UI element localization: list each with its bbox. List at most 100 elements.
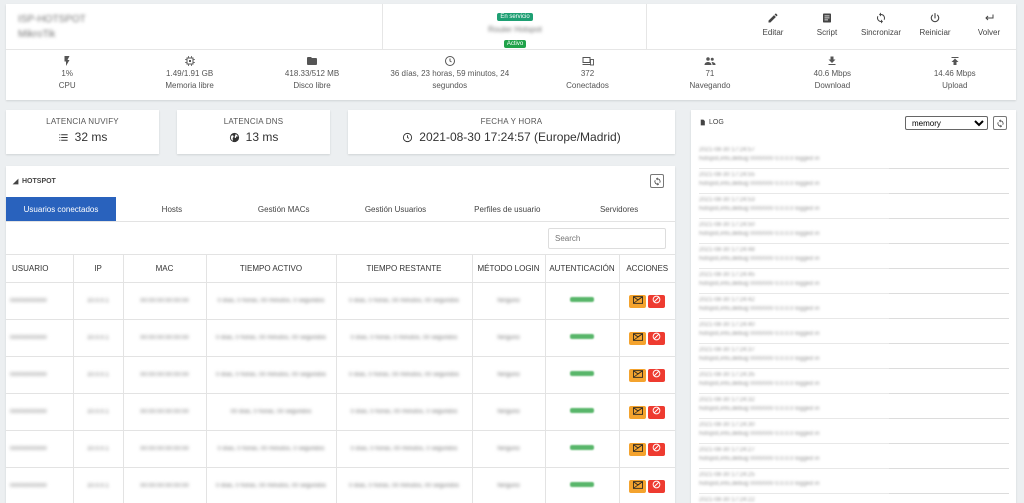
search-input[interactable] bbox=[548, 228, 666, 249]
list-icon bbox=[58, 132, 69, 143]
cell-tiempo-restante: 0 días, 0 horas, 0 minutos, 00 segundos bbox=[336, 319, 473, 357]
cell-mac-text: 00:00:00:00:00:00 bbox=[140, 483, 189, 489]
cell-tiempo-restante: 0 días, 0 horas, 00 minutos, 00 segundos bbox=[336, 282, 473, 320]
ban-icon bbox=[652, 332, 661, 344]
disconnect-user-button[interactable] bbox=[648, 331, 666, 345]
cell-tiempo-restante-text: 0 días, 0 horas, 0 minutos, 00 segundos bbox=[350, 335, 458, 341]
column-header-tiempo-restante[interactable]: TIEMPO RESTANTE bbox=[336, 254, 473, 283]
column-header-usuario[interactable]: USUARIO bbox=[6, 254, 74, 283]
column-header-metodo-login[interactable]: MÉTODO LOGIN bbox=[472, 254, 546, 283]
send-message-button[interactable] bbox=[629, 368, 647, 382]
log-entry-time: 2021-08-30 17:24:32 bbox=[699, 397, 755, 403]
send-message-button[interactable] bbox=[629, 294, 647, 308]
cell-autenticacion bbox=[545, 319, 620, 357]
cell-autenticacion bbox=[545, 467, 620, 503]
stat-label: Conectados bbox=[566, 81, 609, 90]
column-header-autenticacion[interactable]: AUTENTICACIÓN bbox=[545, 254, 620, 283]
ban-icon bbox=[652, 443, 661, 455]
cell-metodo-login-text: Ninguno bbox=[497, 298, 520, 304]
log-entry: 2021-08-30 17:24:42 hotspot,info,debug 00… bbox=[699, 294, 1009, 319]
ban-icon bbox=[652, 480, 661, 492]
active-badge: Activo bbox=[503, 40, 527, 48]
table-row: 00000000000 10.0.0.1 00:00:00:00:00:00 0 dí… bbox=[6, 319, 675, 357]
column-header-acciones: ACCIONES bbox=[619, 254, 675, 283]
column-header-tiempo-activo[interactable]: TIEMPO ACTIVO bbox=[206, 254, 337, 283]
device-model: MikroTik bbox=[18, 29, 56, 40]
restart-button[interactable]: Reiniciar bbox=[908, 10, 962, 37]
cell-tiempo-activo-text: 0 días, 0 horas, 00 minutos, 00 segundos bbox=[215, 483, 327, 489]
log-entry-time: 2021-08-30 17:24:27 bbox=[699, 447, 755, 453]
latency-nuvify-card: LATENCIA NUVIFY 32 ms bbox=[6, 110, 159, 154]
sync-button[interactable]: Sincronizar bbox=[854, 10, 908, 37]
stat-connected: 372 Conectados bbox=[526, 52, 648, 98]
cell-tiempo-activo: 0 días, 0 horas, 00 minutos, 0 segundos bbox=[206, 282, 337, 320]
cell-ip-text: 10.0.0.1 bbox=[87, 446, 109, 452]
chip-icon bbox=[184, 55, 196, 67]
send-message-button[interactable] bbox=[629, 405, 647, 419]
send-message-button[interactable] bbox=[629, 442, 647, 456]
script-button[interactable]: Script bbox=[800, 10, 854, 37]
cell-mac: 00:00:00:00:00:00 bbox=[123, 393, 207, 431]
device-name: ISP-HOTSPOT bbox=[18, 14, 86, 25]
folder-icon bbox=[306, 55, 318, 67]
cell-tiempo-restante: 0 días, 0 horas, 00 minutos, 0 segundos bbox=[336, 393, 473, 431]
hotspot-refresh-button[interactable] bbox=[650, 174, 664, 188]
disconnect-user-button[interactable] bbox=[648, 294, 666, 308]
tab-gestion-usuarios[interactable]: Gestión Usuarios bbox=[340, 197, 452, 221]
log-entry: 2021-08-30 17:24:48 hotspot,info,debug 00… bbox=[699, 244, 1009, 269]
tab-hosts[interactable]: Hosts bbox=[116, 197, 228, 221]
cell-metodo-login: Ninguno bbox=[472, 356, 546, 394]
column-header-mac[interactable]: MAC bbox=[123, 254, 207, 283]
table-row: 00000000000 10.0.0.1 00:00:00:00:00:00 0 dí… bbox=[6, 356, 675, 394]
back-button[interactable]: Volver bbox=[962, 10, 1016, 37]
log-refresh-button[interactable] bbox=[993, 116, 1007, 130]
tab-servidores[interactable]: Servidores bbox=[563, 197, 675, 221]
cell-metodo-login-text: Ninguno bbox=[497, 446, 520, 452]
cell-ip: 10.0.0.1 bbox=[73, 467, 124, 503]
device-actions: Editar Script Sincronizar Reiniciar Volv… bbox=[746, 10, 1016, 37]
cell-usuario-text: 00000000000 bbox=[10, 372, 47, 378]
stat-label: Download bbox=[814, 81, 851, 90]
send-message-button[interactable] bbox=[629, 331, 647, 345]
stat-disk: 418.33/512 MB Disco libre bbox=[251, 52, 373, 98]
table-row: 00000000000 10.0.0.1 00:00:00:00:00:00 0 dí… bbox=[6, 282, 675, 320]
cell-acciones bbox=[619, 319, 675, 357]
disconnect-user-button[interactable] bbox=[648, 442, 666, 456]
tab-usuarios-conectados[interactable]: Usuarios conectados bbox=[6, 197, 116, 221]
auth-status-badge bbox=[570, 334, 594, 339]
tab-gestion-macs[interactable]: Gestión MACs bbox=[228, 197, 340, 221]
log-topic-select[interactable]: memory bbox=[905, 116, 988, 130]
edit-button[interactable]: Editar bbox=[746, 10, 800, 37]
cell-ip: 10.0.0.1 bbox=[73, 282, 124, 320]
disconnect-user-button[interactable] bbox=[648, 479, 666, 493]
send-message-button[interactable] bbox=[629, 479, 647, 493]
cell-usuario-text: 00000000000 bbox=[10, 298, 47, 304]
log-entry-text: hotspot,info,debug 0000000 0.0.0.0 logge… bbox=[699, 206, 820, 212]
log-entry: 2021-08-30 17:24:55 hotspot,info,debug 00… bbox=[699, 169, 1009, 194]
column-header-ip[interactable]: IP bbox=[73, 254, 124, 283]
log-entry: 2021-08-30 17:24:32 hotspot,info,debug 00… bbox=[699, 394, 1009, 419]
log-entry: 2021-08-30 17:24:50 hotspot,info,debug 00… bbox=[699, 219, 1009, 244]
log-entry-text: hotspot,info,debug 0000000 0.0.0.0 logge… bbox=[699, 256, 820, 262]
disconnect-user-button[interactable] bbox=[648, 368, 666, 382]
cell-tiempo-activo-text: 0 días, 0 horas, 00 minutos, 0 segundos bbox=[217, 446, 325, 452]
tab-perfiles-de-usuario[interactable]: Perfiles de usuario bbox=[451, 197, 563, 221]
cell-tiempo-restante: 0 días, 0 horas, 00 minutos, 0 segundos bbox=[336, 430, 473, 468]
log-entry-time: 2021-08-30 17:24:22 bbox=[699, 497, 755, 503]
cell-usuario: 00000000000 bbox=[6, 356, 74, 394]
cell-acciones bbox=[619, 430, 675, 468]
hotspot-title: HOTSPOT bbox=[12, 178, 56, 185]
log-entry-time: 2021-08-30 17:24:48 bbox=[699, 247, 755, 253]
cell-mac: 00:00:00:00:00:00 bbox=[123, 356, 207, 394]
cell-metodo-login-text: Ninguno bbox=[497, 335, 520, 341]
cell-tiempo-activo: 00 días, 0 horas, 00 segundos bbox=[206, 393, 337, 431]
log-entry-time: 2021-08-30 17:24:53 bbox=[699, 197, 755, 203]
cell-metodo-login: Ninguno bbox=[472, 393, 546, 431]
auth-status-badge bbox=[570, 408, 594, 413]
latency-dns-card: LATENCIA DNS 13 ms bbox=[177, 110, 330, 154]
auth-status-badge bbox=[570, 445, 594, 450]
log-file-icon bbox=[699, 119, 706, 126]
datetime-label: FECHA Y HORA bbox=[480, 117, 543, 126]
stat-label: Upload bbox=[942, 81, 968, 90]
disconnect-user-button[interactable] bbox=[648, 405, 666, 419]
